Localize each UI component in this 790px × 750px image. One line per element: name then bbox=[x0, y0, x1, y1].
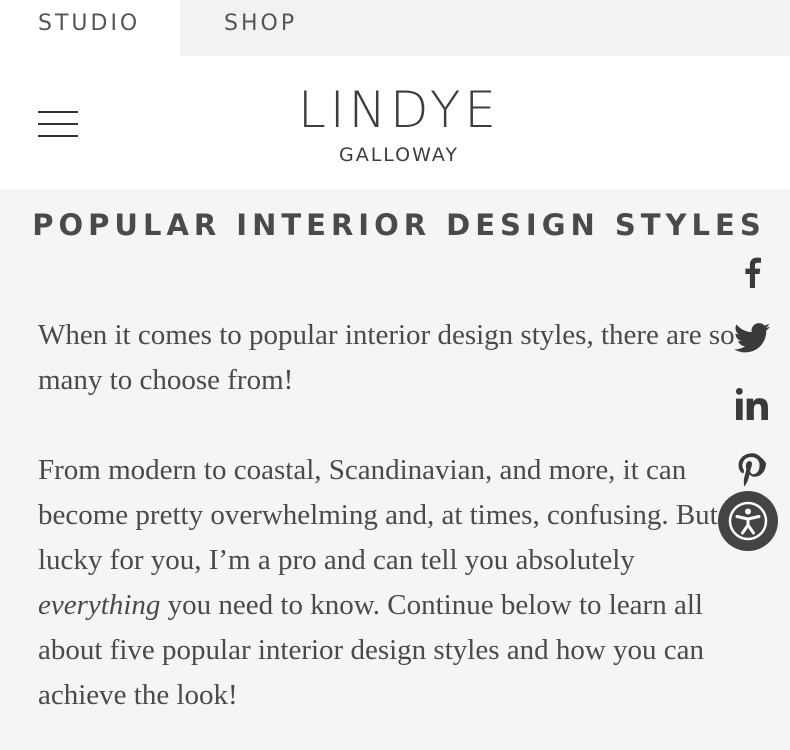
site-logo[interactable]: LINDYE GALLOWAY bbox=[240, 82, 558, 168]
linkedin-icon[interactable] bbox=[732, 384, 772, 424]
paragraph-details: From modern to coastal, Scandinavian, an… bbox=[38, 448, 760, 718]
logo-main-text: LINDYE bbox=[298, 81, 500, 139]
paragraph-text: From modern to coastal, Scandinavian, an… bbox=[38, 454, 718, 576]
accessibility-button[interactable] bbox=[718, 491, 778, 551]
menu-line bbox=[38, 135, 78, 137]
menu-line bbox=[38, 111, 78, 113]
accessibility-icon bbox=[728, 501, 768, 541]
menu-line bbox=[38, 123, 78, 125]
emphasis-text: everything bbox=[38, 589, 161, 621]
top-tabs: STUDIO SHOP bbox=[0, 0, 790, 56]
tab-studio[interactable]: STUDIO bbox=[0, 0, 180, 56]
main-content: POPULAR INTERIOR DESIGN STYLES When it c… bbox=[0, 189, 790, 750]
menu-button[interactable] bbox=[38, 111, 78, 139]
logo-sub-text: GALLOWAY bbox=[338, 144, 460, 166]
article-body: When it comes to popular interior design… bbox=[38, 313, 760, 750]
tab-shop[interactable]: SHOP bbox=[180, 0, 380, 56]
pinterest-icon[interactable] bbox=[732, 450, 772, 490]
page-title: POPULAR INTERIOR DESIGN STYLES bbox=[32, 208, 766, 242]
twitter-icon[interactable] bbox=[732, 318, 772, 358]
site-header: LINDYE GALLOWAY bbox=[0, 56, 790, 189]
paragraph-intro: When it comes to popular interior design… bbox=[38, 319, 735, 396]
facebook-icon[interactable] bbox=[732, 252, 772, 292]
